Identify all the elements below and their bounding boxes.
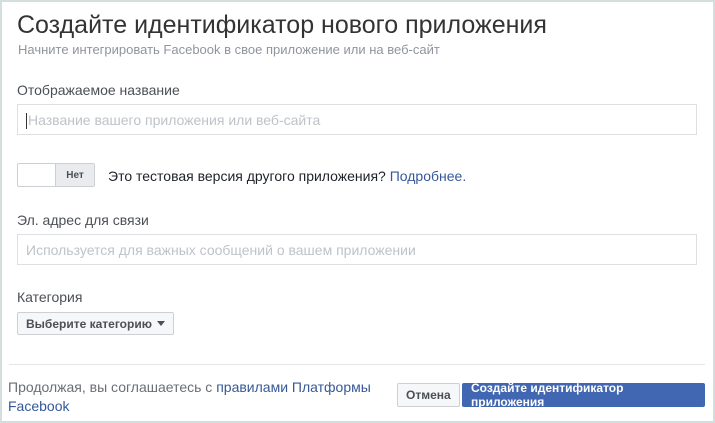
toggle-state: Нет xyxy=(55,164,94,186)
divider xyxy=(9,364,705,365)
display-name-input[interactable]: Название вашего приложения или веб-сайта xyxy=(17,104,697,135)
display-name-placeholder: Название вашего приложения или веб-сайта xyxy=(28,112,321,128)
dialog-title: Создайте идентификатор нового приложения xyxy=(17,11,547,39)
terms-text: Продолжая, вы соглашаетесь с правилами П… xyxy=(8,378,388,416)
learn-more-link[interactable]: Подробнее. xyxy=(390,168,467,184)
display-name-label: Отображаемое название xyxy=(17,82,180,98)
cancel-button[interactable]: Отмена xyxy=(397,383,460,407)
category-select-label: Выберите категорию xyxy=(26,316,152,331)
email-label: Эл. адрес для связи xyxy=(17,212,149,228)
text-caret xyxy=(26,113,27,130)
email-placeholder: Используется для важных сообщений о ваше… xyxy=(26,242,416,258)
dropdown-arrow-icon xyxy=(156,321,165,326)
category-label: Категория xyxy=(17,289,83,305)
category-select[interactable]: Выберите категорию xyxy=(17,312,174,335)
dialog-subtitle: Начните интегрировать Facebook в свое пр… xyxy=(18,42,440,57)
create-app-dialog: Создайте идентификатор нового приложения… xyxy=(2,2,713,421)
test-version-toggle[interactable]: Нет xyxy=(17,163,95,187)
terms-prefix: Продолжая, вы соглашаетесь с xyxy=(8,379,213,395)
test-version-question: Это тестовая версия другого приложения? … xyxy=(108,168,466,184)
create-app-id-button[interactable]: Создайте идентификатор приложения xyxy=(462,381,705,409)
question-text: Это тестовая версия другого приложения? xyxy=(108,168,386,184)
email-input[interactable]: Используется для важных сообщений о ваше… xyxy=(17,234,697,265)
